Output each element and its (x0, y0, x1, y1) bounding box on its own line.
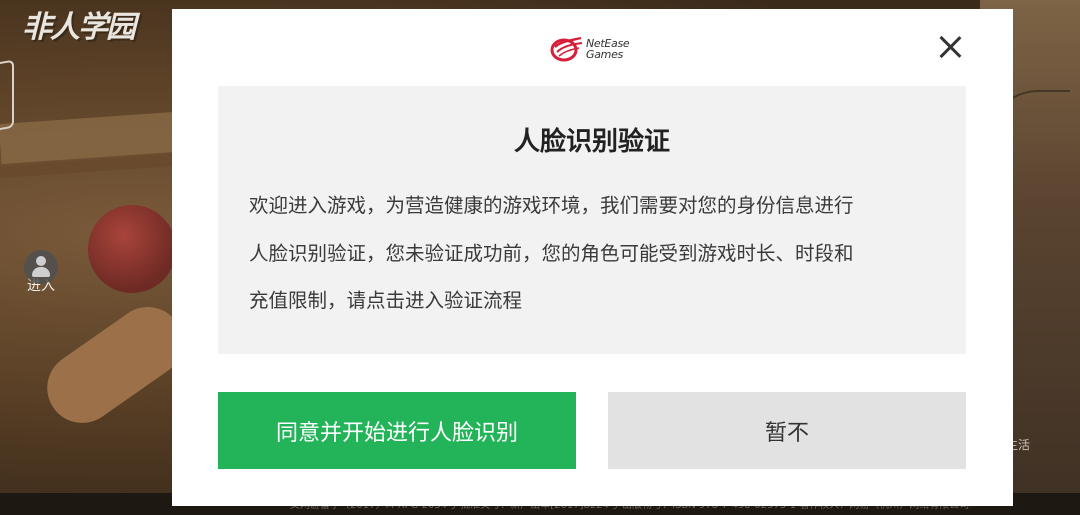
close-icon[interactable] (934, 31, 966, 63)
background-ball (88, 205, 176, 293)
enter-button[interactable]: 进入 (22, 250, 60, 294)
side-handle (0, 59, 14, 133)
dialog-title: 人脸识别验证 (513, 127, 670, 157)
netease-logo-icon (550, 36, 583, 62)
game-screen: 非人学园 进入 生活 文网游备字〔2017〕M-RPG 2054号 批准文号：新… (0, 0, 1080, 515)
brand-line-2: Games (586, 48, 623, 61)
dialog-message: 欢迎进入游戏，为营造健康的游戏环境，我们需要对您的身份信息进行 人脸识别验证，您… (249, 182, 939, 325)
dialog-content: 人脸识别验证 欢迎进入游戏，为营造健康的游戏环境，我们需要对您的身份信息进行 人… (218, 86, 966, 354)
brand-wordmark: NetEase Games (586, 38, 630, 61)
message-line: 欢迎进入游戏，为营造健康的游戏环境，我们需要对您的身份信息进行 (249, 194, 854, 217)
message-line: 人脸识别验证，您未验证成功前，您的角色可能受到游戏时长、时段和 (249, 241, 854, 265)
not-now-button[interactable]: 暂不 (608, 392, 966, 469)
netease-games-logo: NetEase Games (549, 34, 639, 64)
message-line: 充值限制，请点击进入验证流程 (249, 289, 523, 312)
face-verification-dialog: NetEase Games 人脸识别验证 欢迎进入游戏，为营造健康的游戏环境，我… (172, 9, 1013, 506)
agree-start-face-recognition-button[interactable]: 同意并开始进行人脸识别 (218, 392, 576, 469)
users-icon (24, 250, 58, 284)
game-logo: 非人学园 (22, 10, 136, 45)
